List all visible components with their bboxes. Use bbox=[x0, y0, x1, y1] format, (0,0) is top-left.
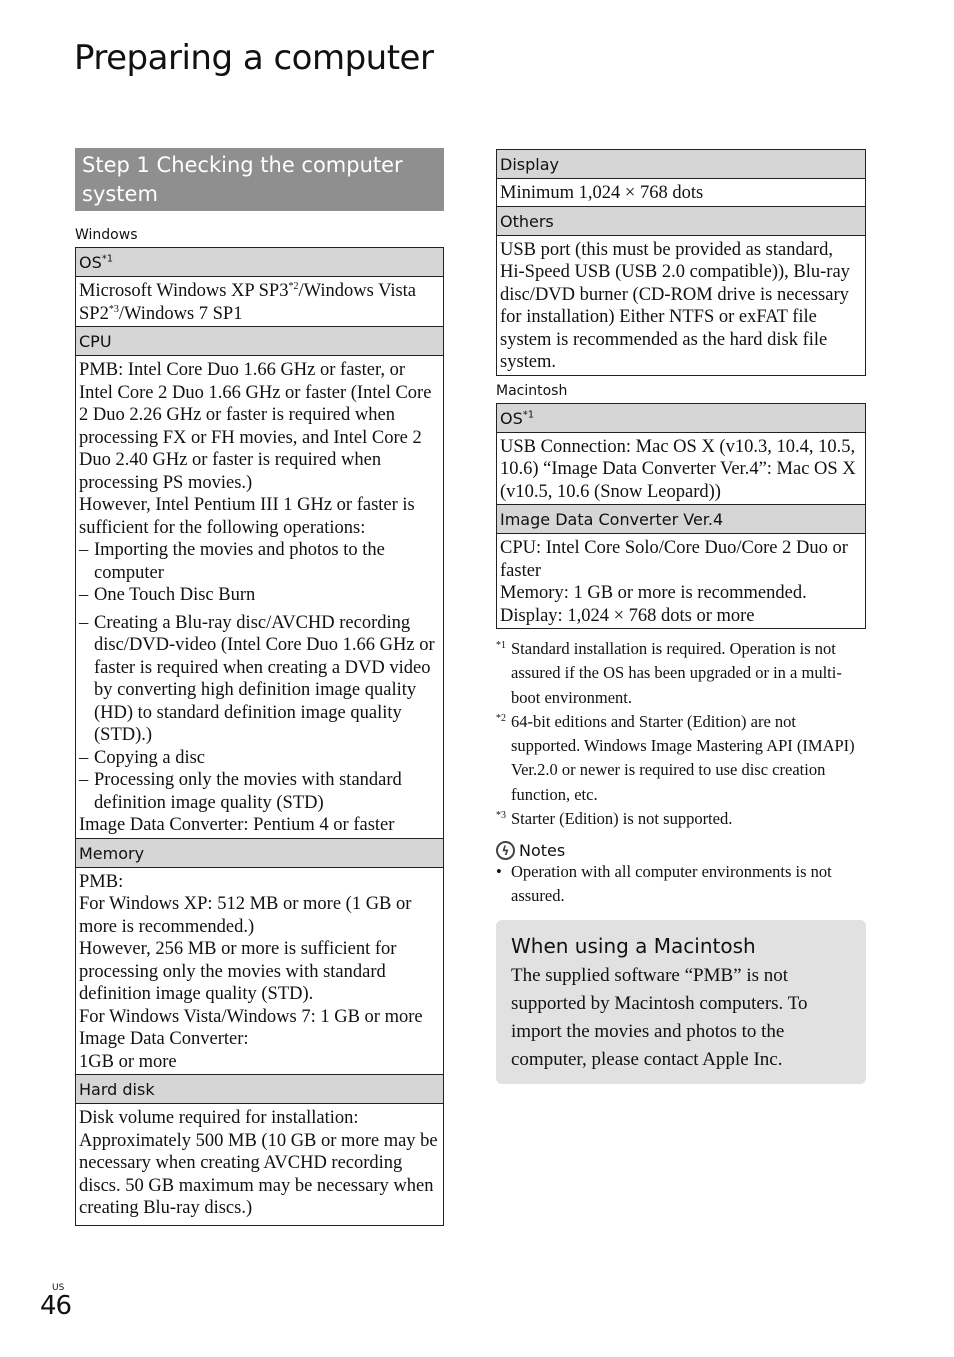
cpu-however: However, Intel Pentium III 1 GHz or fast… bbox=[79, 495, 415, 538]
footnote-mark: *1 bbox=[496, 640, 506, 651]
os-header: OS*1 bbox=[75, 247, 444, 277]
idc-line: Memory: 1 GB or more is recommended. bbox=[500, 583, 807, 603]
note-text: Operation with all computer environments… bbox=[511, 862, 832, 906]
display-header: Display bbox=[496, 149, 866, 179]
page-title: Preparing a computer bbox=[74, 38, 434, 78]
operation-text: Importing the movies and photos to the c… bbox=[94, 540, 385, 583]
list-item: – Creating a Blu-ray disc/AVCHD recording… bbox=[79, 612, 440, 747]
display-value: Minimum 1,024 × 768 dots bbox=[496, 178, 866, 207]
memory-header: Memory bbox=[75, 837, 444, 868]
dash-bullet: – bbox=[79, 540, 89, 560]
windows-label: Windows bbox=[75, 227, 138, 243]
os-text: Microsoft Windows XP SP3 bbox=[79, 281, 289, 301]
right-column: Display Minimum 1,024 × 768 dots Others … bbox=[496, 149, 866, 1085]
table-row-os-value: Microsoft Windows XP SP3*2/Windows Vista… bbox=[75, 276, 444, 327]
step-heading: Step 1 Checking the computer system bbox=[75, 148, 444, 211]
page-number: US 46 bbox=[40, 1283, 72, 1321]
table-row-mac-os-value: USB Connection: Mac OS X (v10.3, 10.4, 1… bbox=[496, 431, 866, 505]
idc-header: Image Data Converter Ver.4 bbox=[496, 504, 866, 534]
windows-requirements-table-continued: Display Minimum 1,024 × 768 dots Others … bbox=[496, 149, 866, 376]
windows-requirements-table: OS*1 Microsoft Windows XP SP3*2/Windows … bbox=[75, 247, 444, 1226]
memory-line: For Windows Vista/Windows 7: 1 GB or mor… bbox=[79, 1006, 423, 1027]
table-row-display-value: Minimum 1,024 × 768 dots bbox=[496, 178, 866, 207]
table-row-idc-header: Image Data Converter Ver.4 bbox=[496, 504, 866, 534]
memory-value: PMB: For Windows XP: 512 MB or more (1 G… bbox=[75, 866, 444, 1075]
macintosh-label: Macintosh bbox=[496, 382, 568, 399]
table-row-memory-header: Memory bbox=[75, 837, 444, 868]
memory-line: 1GB or more bbox=[79, 1051, 177, 1072]
mac-os-header-label: OS bbox=[500, 408, 523, 428]
memory-line: For Windows XP: 512 MB or more (1 GB or … bbox=[79, 894, 412, 937]
table-row-others-value: USB port (this must be provided as stand… bbox=[496, 234, 866, 376]
table-row-memory-value: PMB: For Windows XP: 512 MB or more (1 G… bbox=[75, 866, 444, 1075]
footnote-text: Standard installation is required. Opera… bbox=[511, 639, 842, 707]
table-row-cpu-header: CPU bbox=[75, 326, 444, 356]
footnote-ref: *1 bbox=[101, 253, 114, 265]
table-row-others-header: Others bbox=[496, 205, 866, 236]
others-value: USB port (this must be provided as stand… bbox=[496, 234, 866, 376]
dash-bullet: – bbox=[79, 770, 89, 790]
os-header-label: OS bbox=[79, 253, 102, 272]
idc-line: CPU: Intel Core Solo/Core Duo/Core 2 Duo… bbox=[500, 538, 848, 581]
list-item: – One Touch Disc Burn bbox=[79, 584, 440, 607]
operation-text: Copying a disc bbox=[94, 747, 205, 768]
operation-text: One Touch Disc Burn bbox=[94, 585, 256, 605]
footnote-ref: *1 bbox=[522, 409, 535, 421]
cpu-intro: PMB: Intel Core Duo 1.66 GHz or faster, … bbox=[79, 360, 432, 493]
idc-line: Display: 1,024 × 768 dots or more bbox=[500, 605, 755, 626]
operation-text: Creating a Blu-ray disc/AVCHD recording … bbox=[94, 612, 435, 746]
list-item: • Operation with all computer environmen… bbox=[496, 860, 866, 908]
notes-heading: ϟ Notes bbox=[496, 841, 866, 861]
memory-line: However, 256 MB or more is sufficient fo… bbox=[79, 939, 397, 1004]
others-header: Others bbox=[496, 205, 866, 236]
memory-line: Image Data Converter: bbox=[79, 1029, 249, 1049]
mac-os-value: USB Connection: Mac OS X (v10.3, 10.4, 1… bbox=[496, 431, 866, 505]
footnote-text: Starter (Edition) is not supported. bbox=[511, 809, 733, 829]
cpu-header: CPU bbox=[75, 326, 444, 356]
os-value: Microsoft Windows XP SP3*2/Windows Vista… bbox=[75, 276, 444, 327]
dash-bullet: – bbox=[79, 585, 89, 605]
table-row-idc-value: CPU: Intel Core Solo/Core Duo/Core 2 Duo… bbox=[496, 533, 866, 629]
footnote: *3 Starter (Edition) is not supported. bbox=[496, 807, 866, 831]
table-row-cpu-value: PMB: Intel Core Duo 1.66 GHz or faster, … bbox=[75, 355, 444, 839]
list-item: – Importing the movies and photos to the … bbox=[79, 539, 440, 584]
dash-bullet: – bbox=[79, 612, 89, 633]
macintosh-info-box: When using a Macintosh The supplied soft… bbox=[496, 920, 866, 1085]
cpu-value: PMB: Intel Core Duo 1.66 GHz or faster, … bbox=[75, 355, 444, 839]
memory-line: PMB: bbox=[79, 871, 124, 892]
harddisk-header: Hard disk bbox=[75, 1074, 444, 1104]
notes-section: ϟ Notes • Operation with all computer en… bbox=[496, 841, 866, 908]
notes-title: Notes bbox=[519, 841, 566, 861]
mac-os-header: OS*1 bbox=[496, 402, 866, 433]
footnote-mark: *3 bbox=[496, 810, 506, 822]
table-row-harddisk-value: Disk volume required for installation: A… bbox=[75, 1103, 444, 1226]
list-item: – Processing only the movies with standar… bbox=[79, 769, 440, 814]
footnote-ref: *3 bbox=[108, 303, 119, 315]
os-text: /Windows 7 SP1 bbox=[118, 303, 243, 324]
page-number-value: 46 bbox=[40, 1291, 72, 1321]
left-column: Step 1 Checking the computer system Wind… bbox=[75, 148, 444, 1226]
footnote-mark: *2 bbox=[496, 712, 506, 724]
mac-box-heading: When using a Macintosh bbox=[511, 934, 756, 959]
operation-text: Processing only the movies with standard… bbox=[94, 770, 402, 813]
macintosh-requirements-table: OS*1 USB Connection: Mac OS X (v10.3, 10… bbox=[496, 402, 866, 629]
footnote-text: 64-bit editions and Starter (Edition) ar… bbox=[511, 711, 855, 804]
list-item: – Copying a disc bbox=[79, 747, 440, 770]
cpu-idc: Image Data Converter: Pentium 4 or faste… bbox=[79, 815, 395, 835]
table-row-mac-os-header: OS*1 bbox=[496, 402, 866, 433]
idc-value: CPU: Intel Core Solo/Core Duo/Core 2 Duo… bbox=[496, 533, 866, 629]
dash-bullet: – bbox=[79, 747, 89, 768]
mac-box-body: The supplied software “PMB” is not suppo… bbox=[511, 965, 808, 1071]
footnote: *1 Standard installation is required. Ope… bbox=[496, 637, 866, 710]
bullet: • bbox=[496, 862, 502, 882]
footnote-ref: *2 bbox=[288, 280, 299, 292]
table-row-os-header: OS*1 bbox=[75, 247, 444, 277]
table-row-harddisk-header: Hard disk bbox=[75, 1074, 444, 1104]
footnotes: *1 Standard installation is required. Ope… bbox=[496, 637, 866, 831]
harddisk-value: Disk volume required for installation: A… bbox=[75, 1103, 444, 1226]
table-row-display-header: Display bbox=[496, 149, 866, 179]
footnote: *2 64-bit editions and Starter (Edition) … bbox=[496, 710, 866, 807]
notes-warning-icon: ϟ bbox=[496, 841, 515, 861]
